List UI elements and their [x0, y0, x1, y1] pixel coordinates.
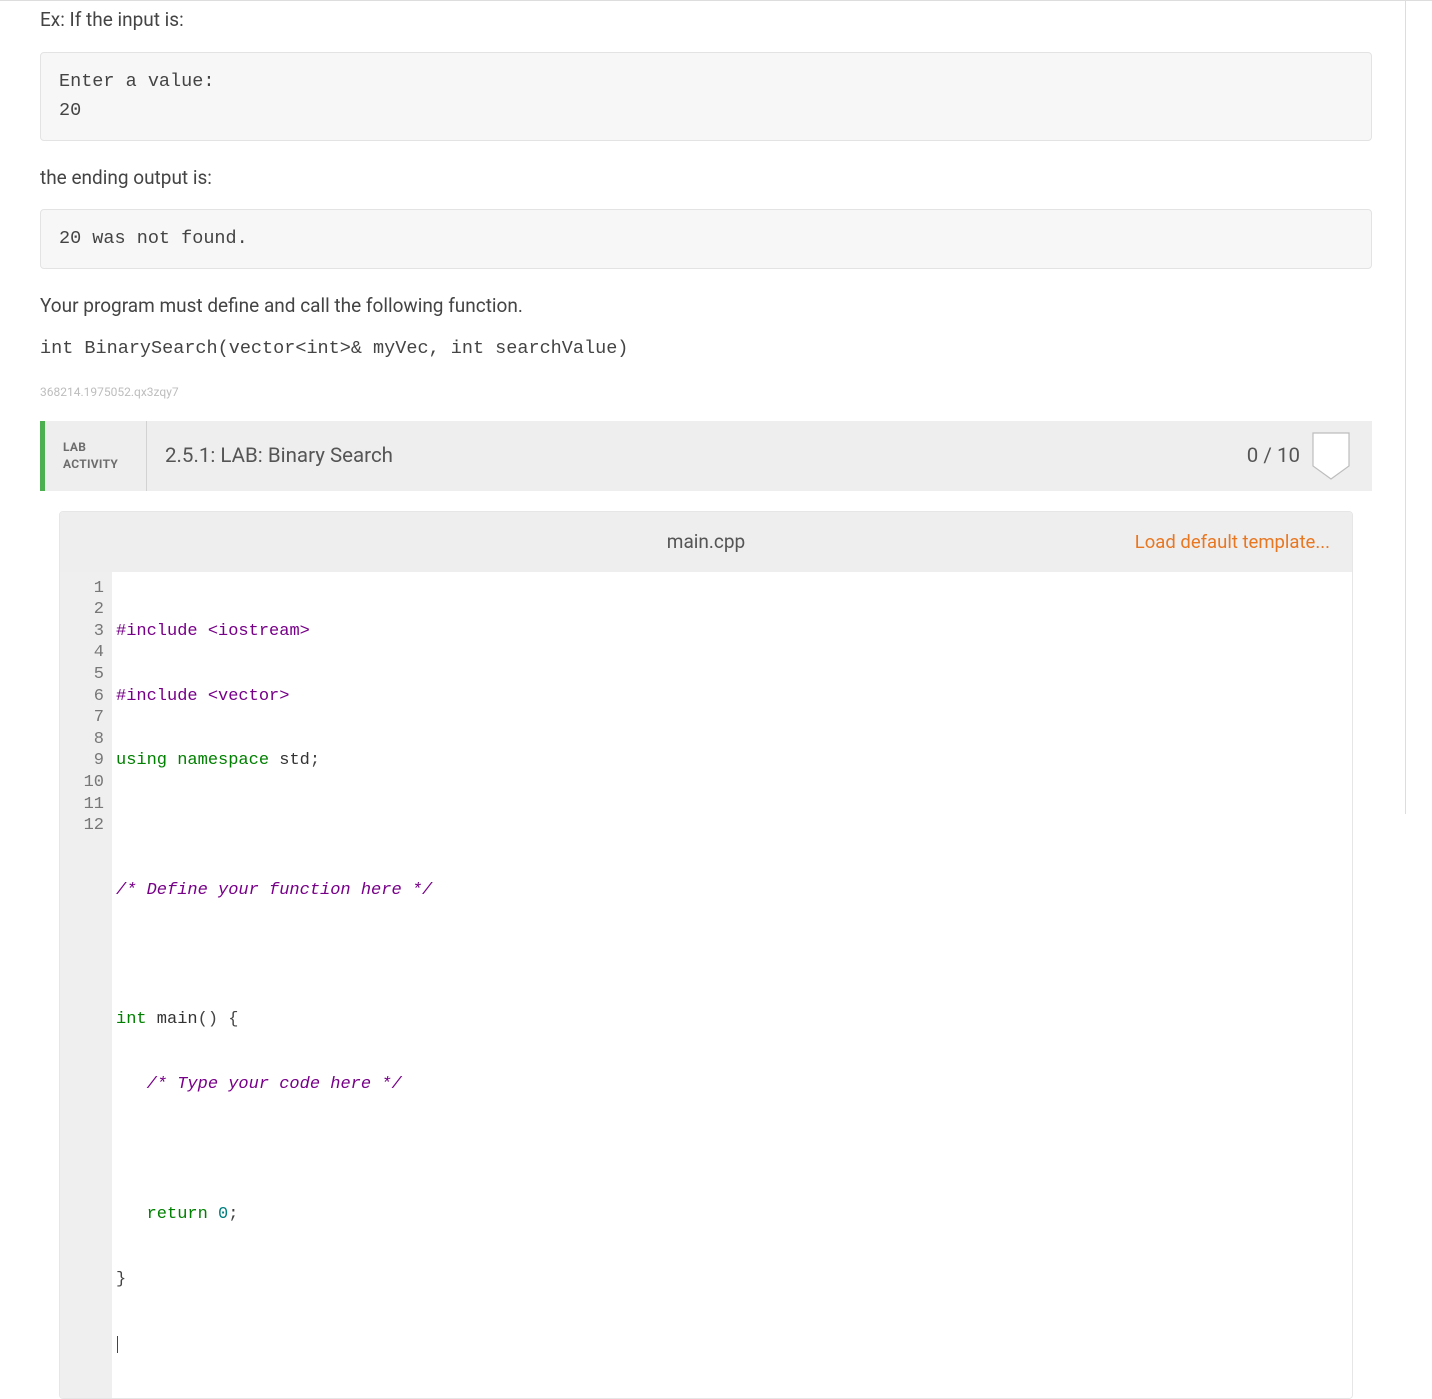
lab-title: 2.5.1: LAB: Binary Search: [147, 421, 1247, 491]
line-number: 5: [72, 664, 104, 686]
code-line[interactable]: }: [116, 1269, 1352, 1291]
lab-score: 0 / 10: [1247, 444, 1300, 468]
code-line[interactable]: [116, 945, 1352, 967]
session-id: 368214.1975052.qx3zqy7: [40, 385, 1372, 399]
load-default-template-link[interactable]: Load default template...: [1135, 531, 1330, 553]
editor-body[interactable]: 1 2 3 4 5 6 7 8 9 10 11 12 #include <ios…: [60, 572, 1352, 1399]
code-line[interactable]: int main() {: [116, 1009, 1352, 1031]
lab-activity-line1: LAB: [63, 439, 128, 455]
line-number: 12: [72, 815, 104, 837]
line-number: 6: [72, 686, 104, 708]
example-input-label: Ex: If the input is:: [40, 7, 1372, 34]
code-line[interactable]: [116, 815, 1352, 837]
code-line[interactable]: [116, 1139, 1352, 1161]
code-line[interactable]: /* Type your code here */: [116, 1074, 1352, 1096]
example-output-label: the ending output is:: [40, 165, 1372, 192]
line-number: 9: [72, 750, 104, 772]
example-input-box: Enter a value: 20: [40, 52, 1372, 141]
line-number: 11: [72, 794, 104, 816]
line-number: 10: [72, 772, 104, 794]
editor-filename: main.cpp: [667, 530, 745, 553]
editor-tab-bar: main.cpp Load default template...: [60, 512, 1352, 572]
code-line[interactable]: #include <vector>: [116, 686, 1352, 708]
requirement-text: Your program must define and call the fo…: [40, 293, 1372, 320]
line-number: 1: [72, 578, 104, 600]
code-editor: main.cpp Load default template... 1 2 3 …: [59, 511, 1353, 1399]
line-number: 2: [72, 599, 104, 621]
lab-header: LAB ACTIVITY 2.5.1: LAB: Binary Search 0…: [40, 421, 1372, 491]
line-number: 8: [72, 729, 104, 751]
code-line[interactable]: #include <iostream>: [116, 621, 1352, 643]
function-signature: int BinarySearch(vector<int>& myVec, int…: [40, 338, 1372, 359]
right-divider: [1405, 0, 1406, 814]
code-line[interactable]: /* Define your function here */: [116, 880, 1352, 902]
editor-gutter: 1 2 3 4 5 6 7 8 9 10 11 12: [60, 572, 112, 1399]
cursor-caret: [117, 1336, 118, 1353]
bookmark-icon[interactable]: [1312, 432, 1350, 480]
code-line[interactable]: using namespace std;: [116, 750, 1352, 772]
example-output-box: 20 was not found.: [40, 209, 1372, 269]
code-line[interactable]: [116, 1333, 1352, 1355]
code-line[interactable]: return 0;: [116, 1204, 1352, 1226]
line-number: 4: [72, 642, 104, 664]
lab-activity-label: LAB ACTIVITY: [45, 421, 147, 491]
line-number: 3: [72, 621, 104, 643]
code-area[interactable]: #include <iostream> #include <vector> us…: [112, 572, 1352, 1399]
line-number: 7: [72, 707, 104, 729]
lab-activity-line2: ACTIVITY: [63, 456, 128, 472]
